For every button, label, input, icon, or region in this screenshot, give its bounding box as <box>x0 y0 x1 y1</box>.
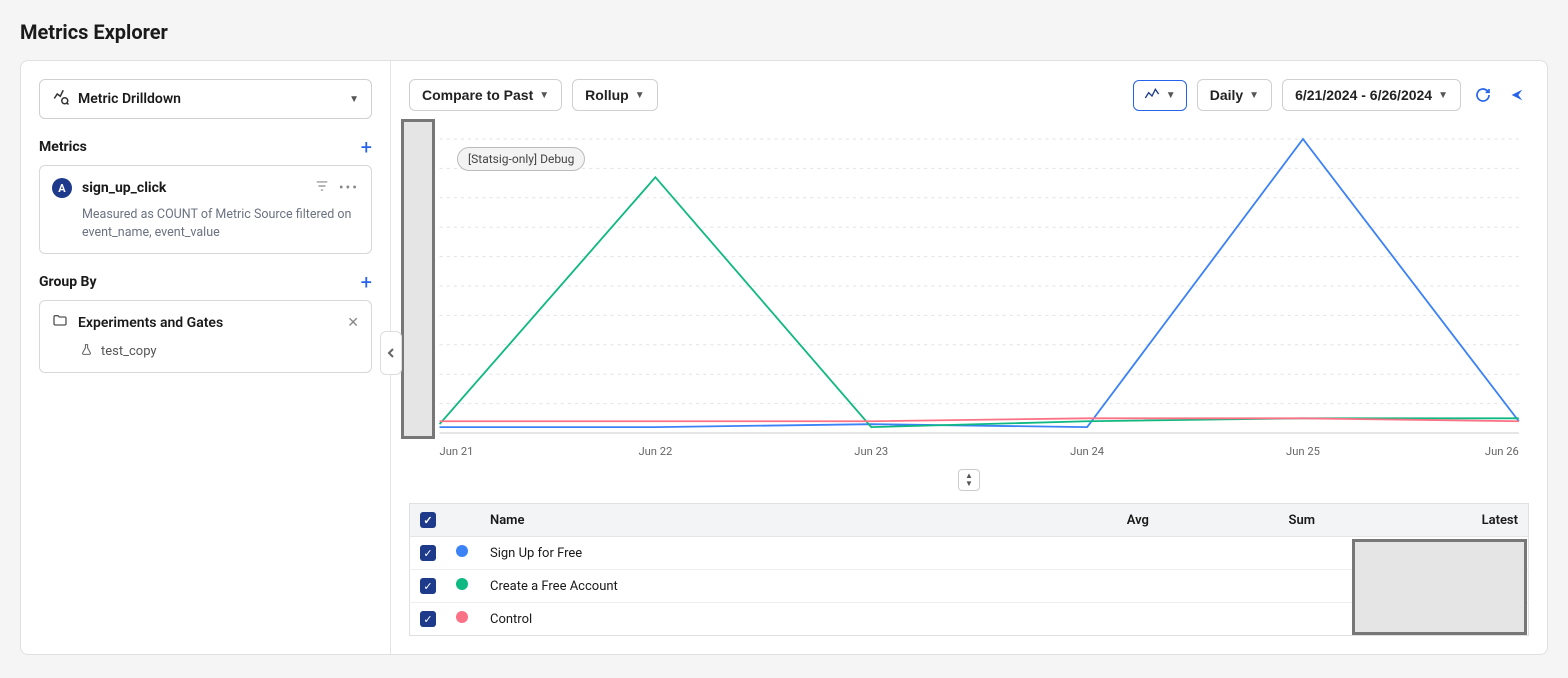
drilldown-icon <box>52 88 70 110</box>
granularity-button[interactable]: Daily ▼ <box>1197 79 1272 111</box>
select-all-checkbox[interactable]: ✓ <box>420 512 436 528</box>
svg-text:Jun 22: Jun 22 <box>638 445 672 458</box>
page-title: Metrics Explorer <box>20 20 1548 44</box>
series-color-dot <box>456 578 468 590</box>
refresh-button[interactable] <box>1471 83 1495 107</box>
series-name: Control <box>480 603 1008 636</box>
redacted-y-axis <box>401 119 435 439</box>
metric-badge: A <box>52 178 72 198</box>
chevron-down-icon: ▼ <box>635 90 645 101</box>
chart-type-button[interactable]: ▼ <box>1133 80 1187 111</box>
col-avg: Avg <box>1008 504 1159 537</box>
col-latest: Latest <box>1325 504 1528 537</box>
series-name: Create a Free Account <box>480 570 1008 603</box>
redacted-values <box>1352 539 1527 635</box>
row-checkbox[interactable]: ✓ <box>420 578 436 594</box>
add-groupby-button[interactable]: + <box>361 272 372 292</box>
svg-text:Jun 25: Jun 25 <box>1286 445 1320 458</box>
row-checkbox[interactable]: ✓ <box>420 545 436 561</box>
filter-icon[interactable] <box>315 179 329 197</box>
groupby-name: Experiments and Gates <box>78 315 337 331</box>
mode-select-label: Metric Drilldown <box>78 91 181 107</box>
groupby-section-head: Group By + <box>39 272 372 292</box>
line-chart-icon <box>1144 87 1160 104</box>
sidebar: Metric Drilldown ▼ Metrics + A sign_up_c… <box>21 61 391 654</box>
chevron-down-icon: ▼ <box>965 480 973 488</box>
granularity-label: Daily <box>1210 87 1243 103</box>
chevron-down-icon: ▼ <box>1249 90 1259 101</box>
svg-text:Jun 26: Jun 26 <box>1485 445 1519 458</box>
share-button[interactable] <box>1505 83 1529 107</box>
debug-pill[interactable]: [Statsig-only] Debug <box>457 147 585 171</box>
date-range-label: 6/21/2024 - 6/26/2024 <box>1295 87 1432 103</box>
main-panel: Compare to Past ▼ Rollup ▼ ▼ <box>391 61 1547 654</box>
add-metric-button[interactable]: + <box>361 137 372 157</box>
toolbar: Compare to Past ▼ Rollup ▼ ▼ <box>409 79 1529 111</box>
metric-name: sign_up_click <box>82 180 305 196</box>
series-name: Sign Up for Free <box>480 537 1008 570</box>
compare-to-past-button[interactable]: Compare to Past ▼ <box>409 79 562 111</box>
svg-text:Jun 23: Jun 23 <box>854 445 888 458</box>
col-name: Name <box>480 504 1008 537</box>
svg-text:Jun 21: Jun 21 <box>440 445 474 458</box>
chart-area: [Statsig-only] Debug Jun 21Jun 22Jun 23J… <box>409 123 1529 463</box>
date-range-button[interactable]: 6/21/2024 - 6/26/2024 ▼ <box>1282 79 1461 111</box>
groupby-sub: test_copy <box>101 344 157 359</box>
line-chart[interactable]: Jun 21 Jun 22 Jun 23 Jun 24 Jun 25 Jun 26 <box>409 123 1529 463</box>
folder-icon <box>52 313 68 333</box>
metric-description: Measured as COUNT of Metric Source filte… <box>52 206 359 241</box>
groupby-card[interactable]: Experiments and Gates ✕ test_copy <box>39 300 372 373</box>
metrics-section-head: Metrics + <box>39 137 372 157</box>
resize-handle[interactable]: ▲ ▼ <box>958 469 980 491</box>
compare-label: Compare to Past <box>422 87 533 103</box>
chevron-down-icon: ▼ <box>1166 90 1176 101</box>
series-color-dot <box>456 611 468 623</box>
explorer-container: Metric Drilldown ▼ Metrics + A sign_up_c… <box>20 60 1548 655</box>
col-sum: Sum <box>1159 504 1325 537</box>
groupby-section-title: Group By <box>39 274 97 290</box>
svg-text:Jun 24: Jun 24 <box>1070 445 1104 458</box>
metrics-section-title: Metrics <box>39 139 87 155</box>
chevron-down-icon: ▼ <box>539 90 549 101</box>
more-icon[interactable]: ••• <box>339 180 359 196</box>
remove-groupby-button[interactable]: ✕ <box>347 315 359 331</box>
series-color-dot <box>456 545 468 557</box>
flask-icon <box>80 343 93 360</box>
collapse-sidebar-button[interactable] <box>380 331 402 375</box>
rollup-label: Rollup <box>585 87 629 103</box>
metric-card[interactable]: A sign_up_click ••• Measured as COUNT of… <box>39 165 372 254</box>
mode-select[interactable]: Metric Drilldown ▼ <box>39 79 372 119</box>
chevron-down-icon: ▼ <box>349 94 359 105</box>
rollup-button[interactable]: Rollup ▼ <box>572 79 657 111</box>
row-checkbox[interactable]: ✓ <box>420 611 436 627</box>
chevron-down-icon: ▼ <box>1438 90 1448 101</box>
